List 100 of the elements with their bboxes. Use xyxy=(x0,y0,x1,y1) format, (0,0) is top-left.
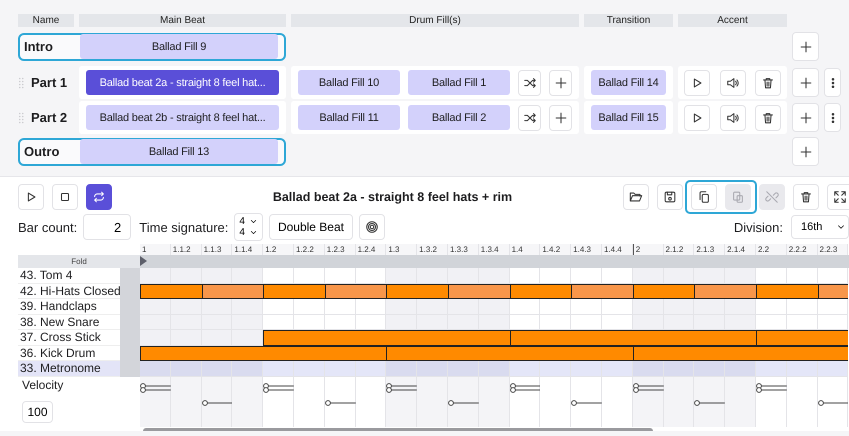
grid-cell[interactable] xyxy=(356,268,386,284)
grid-cell[interactable] xyxy=(786,299,818,314)
open-button[interactable] xyxy=(623,184,649,210)
grid-cell[interactable] xyxy=(356,361,386,376)
grid-cell[interactable] xyxy=(602,314,633,330)
delete-button[interactable] xyxy=(755,104,781,130)
velocity-marker[interactable] xyxy=(202,400,232,406)
grid-cell[interactable] xyxy=(417,361,448,376)
fullscreen-button[interactable] xyxy=(827,184,849,210)
grid-cell[interactable] xyxy=(510,314,540,330)
velocity-marker[interactable] xyxy=(510,382,540,388)
grid-cell[interactable] xyxy=(324,361,356,376)
grid-cell[interactable] xyxy=(664,268,694,284)
grid-cell[interactable] xyxy=(140,361,171,376)
velocity-marker[interactable] xyxy=(263,382,294,388)
accent-button[interactable] xyxy=(720,70,746,96)
velocity-marker[interactable] xyxy=(386,382,418,388)
mute-cell[interactable] xyxy=(120,361,140,376)
note-block[interactable] xyxy=(756,330,848,346)
grid-cell[interactable] xyxy=(294,299,325,314)
main-beat-button[interactable]: Ballad Fill 13 xyxy=(80,139,278,164)
note-block[interactable] xyxy=(632,346,848,361)
grid-cell[interactable] xyxy=(725,361,756,376)
grid-cell[interactable] xyxy=(540,314,572,330)
note-block[interactable] xyxy=(756,284,818,299)
grid-cell[interactable] xyxy=(202,268,232,284)
copy-button[interactable] xyxy=(691,184,717,210)
grid-cell[interactable] xyxy=(632,268,664,284)
velocity-marker[interactable] xyxy=(448,400,479,406)
grid-cell[interactable] xyxy=(725,299,756,314)
grid-cell[interactable] xyxy=(324,314,356,330)
grid-cell[interactable] xyxy=(478,361,510,376)
fill-button[interactable]: Ballad Fill 2 xyxy=(408,105,510,130)
grid-cell[interactable] xyxy=(725,314,756,330)
grid-cell[interactable] xyxy=(510,299,540,314)
grid-cell[interactable] xyxy=(694,314,726,330)
grid-cell[interactable] xyxy=(263,299,294,314)
add-fill-button[interactable] xyxy=(549,104,572,130)
grid-cell[interactable] xyxy=(756,361,787,376)
grid-cell[interactable] xyxy=(324,299,356,314)
add-button[interactable] xyxy=(792,68,819,97)
play-button[interactable] xyxy=(18,184,44,210)
numerator-select[interactable]: 4 xyxy=(239,216,258,227)
stop-button[interactable] xyxy=(52,184,78,210)
grid-cell[interactable] xyxy=(786,268,818,284)
grid-cell[interactable] xyxy=(540,268,572,284)
grid-cell[interactable] xyxy=(818,314,848,330)
grid-cell[interactable] xyxy=(202,330,232,346)
grid-cell[interactable] xyxy=(664,299,694,314)
main-beat-button[interactable]: Ballad beat 2a - straight 8 feel hat... xyxy=(86,70,279,95)
delete-button[interactable] xyxy=(793,184,819,210)
shuffle-button[interactable] xyxy=(518,104,541,130)
grid-cell[interactable] xyxy=(571,314,602,330)
track-name[interactable]: 37. Cross Stick xyxy=(18,330,120,346)
denominator-select[interactable]: 4 xyxy=(239,227,258,238)
grid-cell[interactable] xyxy=(386,361,418,376)
grid-cell[interactable] xyxy=(478,268,510,284)
velocity-marker[interactable] xyxy=(386,386,418,392)
grid-cell[interactable] xyxy=(386,314,418,330)
velocity-field[interactable]: 100 xyxy=(22,400,53,422)
note-block[interactable] xyxy=(448,284,510,299)
grid-cell[interactable] xyxy=(324,268,356,284)
main-beat-button[interactable]: Ballad beat 2b - straight 8 feel hat... xyxy=(86,105,279,130)
grid-cell[interactable] xyxy=(294,268,325,284)
division-select[interactable]: 16th xyxy=(791,215,849,239)
grid-cell[interactable] xyxy=(694,268,726,284)
main-beat-button[interactable]: Ballad Fill 9 xyxy=(80,34,278,59)
grid-cell[interactable] xyxy=(386,299,418,314)
grid-cell[interactable] xyxy=(232,361,264,376)
grid-cell[interactable] xyxy=(417,299,448,314)
grid-cell[interactable] xyxy=(170,330,202,346)
add-fill-button[interactable] xyxy=(549,70,572,96)
grid-cell[interactable] xyxy=(263,361,294,376)
grid-cell[interactable] xyxy=(602,299,633,314)
velocity-marker[interactable] xyxy=(263,386,294,392)
add-button[interactable] xyxy=(792,103,819,132)
track-name[interactable]: 38. New Snare xyxy=(18,314,120,330)
grid-cell[interactable] xyxy=(664,314,694,330)
target-button[interactable] xyxy=(358,214,385,240)
grid-cell[interactable] xyxy=(571,299,602,314)
grid-cell[interactable] xyxy=(571,268,602,284)
track-name[interactable]: 42. Hi-Hats Closed xyxy=(18,284,120,299)
fill-button[interactable]: Ballad Fill 1 xyxy=(408,70,510,95)
grid-cell[interactable] xyxy=(386,268,418,284)
grid-cell[interactable] xyxy=(202,299,232,314)
fill-button[interactable]: Ballad Fill 10 xyxy=(298,70,400,95)
play-button[interactable] xyxy=(684,104,710,130)
grid-cell[interactable] xyxy=(818,361,848,376)
grid-cell[interactable] xyxy=(170,268,202,284)
grid-cell[interactable] xyxy=(510,268,540,284)
accent-button[interactable] xyxy=(720,104,746,130)
grid-cell[interactable] xyxy=(294,361,325,376)
grid-cell[interactable] xyxy=(632,314,664,330)
more-button[interactable] xyxy=(824,103,841,132)
add-button[interactable] xyxy=(792,32,819,61)
grid-cell[interactable] xyxy=(694,361,726,376)
note-block[interactable] xyxy=(694,284,756,299)
grid-cell[interactable] xyxy=(632,361,664,376)
velocity-marker[interactable] xyxy=(818,400,848,406)
track-name[interactable]: 33. Metronome xyxy=(18,361,120,376)
